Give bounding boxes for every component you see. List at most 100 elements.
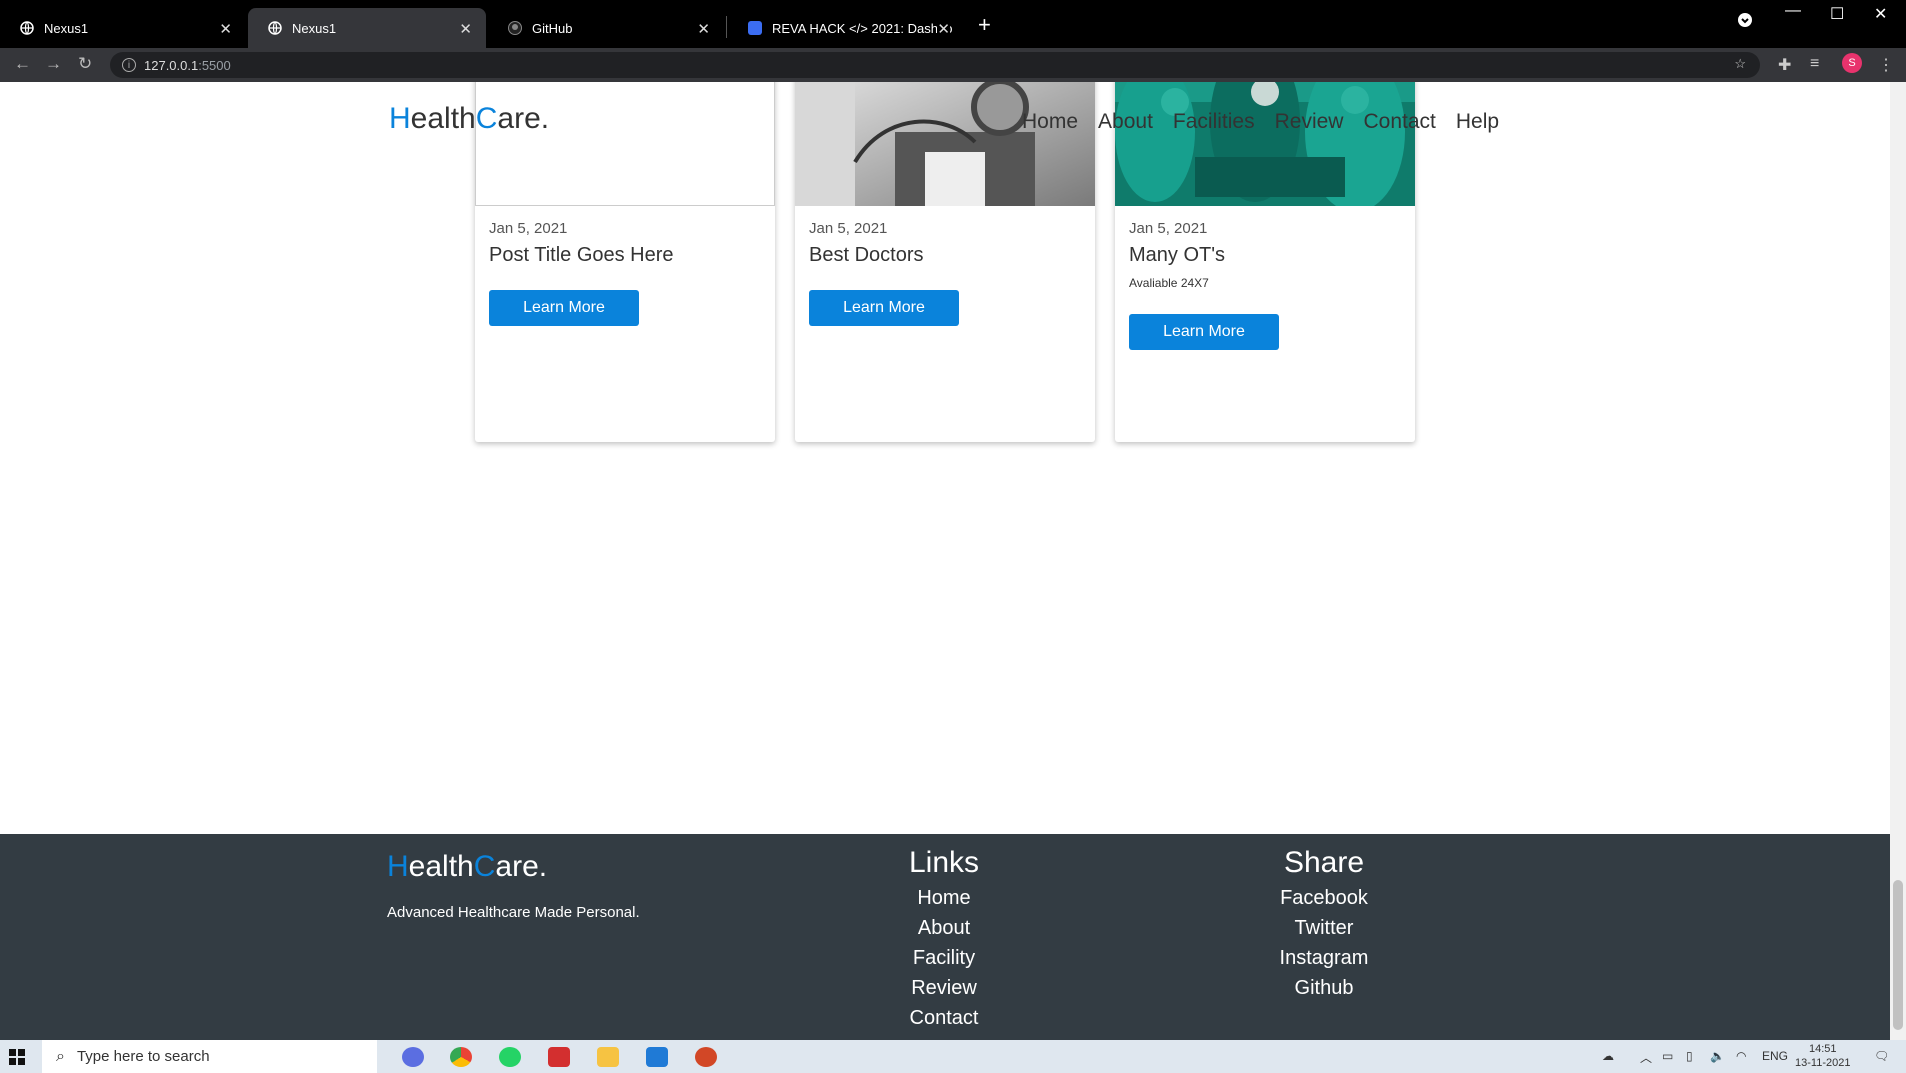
surgery-image	[1115, 82, 1415, 206]
learn-more-button[interactable]: Learn More	[809, 290, 959, 326]
close-tab-icon[interactable]: ✕	[697, 20, 710, 38]
back-icon[interactable]: ←	[14, 54, 31, 74]
close-tab-icon[interactable]: ✕	[219, 20, 232, 38]
url-host: 127.0.0.1	[144, 57, 199, 73]
battery-icon[interactable]: ▯	[1686, 1049, 1693, 1063]
reading-list-icon[interactable]: ≡	[1810, 55, 1819, 73]
maximize-icon[interactable]: ☐	[1830, 4, 1844, 24]
windows-taskbar: ⌕ Type here to search ☁ ︿ ▭ ▯ 🔈 ◠ ENG 14…	[0, 1040, 1906, 1073]
logo-letter-h: H	[389, 102, 411, 135]
footer-logo[interactable]: HealthCare.	[387, 850, 547, 884]
browser-tab-strip: Nexus1 ✕ Nexus1 ✕ GitHub ✕ REVA HACK </>…	[0, 0, 1906, 48]
tab-title: Nexus1	[292, 20, 337, 36]
share-twitter[interactable]: Twitter	[1260, 916, 1388, 940]
avatar[interactable]: S	[1842, 53, 1862, 73]
footer-tagline: Advanced Healthcare Made Personal.	[387, 904, 640, 921]
forward-icon[interactable]: →	[45, 54, 62, 74]
minimize-icon[interactable]: —	[1785, 2, 1801, 20]
nav-review[interactable]: Review	[1275, 110, 1344, 134]
footer-link-about[interactable]: About	[880, 916, 1008, 940]
footer-share-column: Share Facebook Twitter Instagram Github	[1260, 846, 1388, 1000]
extensions-icon[interactable]: ✚	[1778, 55, 1791, 75]
logo-letter-c: C	[473, 850, 496, 883]
footer-links-heading: Links	[908, 846, 980, 879]
card-image	[475, 82, 775, 206]
notifications-icon[interactable]: 🗨	[1874, 1049, 1889, 1063]
chrome-icon[interactable]	[450, 1047, 472, 1067]
footer-links-column: Links Home About Facility Review Contact	[880, 846, 1008, 1030]
url-port: :5500	[198, 57, 231, 73]
network-icon[interactable]: ▭	[1662, 1049, 1673, 1063]
tray-expand-icon[interactable]: ︿	[1640, 1049, 1652, 1066]
close-tab-icon[interactable]: ✕	[459, 20, 472, 38]
site-info-icon[interactable]: i	[122, 58, 136, 72]
reload-icon[interactable]: ↻	[78, 54, 92, 74]
onedrive-icon[interactable]: ☁	[1602, 1049, 1614, 1063]
nav-facilities[interactable]: Facilities	[1173, 110, 1255, 134]
tab-search-icon[interactable]	[1737, 12, 1753, 33]
nav-help[interactable]: Help	[1456, 110, 1499, 134]
post-card: Jan 5, 2021 Post Title Goes Here Learn M…	[475, 82, 775, 442]
page-scrollbar[interactable]	[1890, 82, 1906, 1040]
globe-icon	[268, 21, 282, 35]
footer-link-review[interactable]: Review	[880, 976, 1008, 1000]
share-facebook[interactable]: Facebook	[1260, 886, 1388, 910]
acrobat-icon[interactable]	[548, 1047, 570, 1067]
card-title: Many OT's	[1129, 244, 1226, 266]
share-github[interactable]: Github	[1260, 976, 1388, 1000]
site-footer: HealthCare. Advanced Healthcare Made Per…	[0, 834, 1890, 1040]
doctors-card: Jan 5, 2021 Best Doctors Learn More	[795, 82, 1095, 442]
tab-reva-hack[interactable]: REVA HACK </> 2021: Dashboard ✕	[728, 8, 964, 48]
logo-text-are: are.	[495, 850, 548, 883]
tab-github[interactable]: GitHub ✕	[488, 8, 724, 48]
tab-separator	[726, 16, 727, 38]
footer-share-heading: Share	[1283, 846, 1365, 879]
reva-hack-favicon-icon	[748, 21, 762, 35]
wifi-icon[interactable]: ◠	[1736, 1049, 1746, 1063]
meet-app-icon[interactable]	[402, 1047, 424, 1067]
bookmark-star-icon[interactable]: ☆	[1734, 56, 1746, 72]
browser-toolbar: ← → ↻ i 127.0.0.1:5500 ☆ ✚ ≡ ⋮	[0, 48, 1906, 82]
stethoscope-image	[795, 82, 1095, 206]
taskbar-search-placeholder: Type here to search	[76, 1048, 210, 1065]
close-window-icon[interactable]: ✕	[1874, 4, 1887, 24]
close-tab-icon[interactable]: ✕	[937, 20, 950, 38]
vscode-icon[interactable]	[646, 1047, 668, 1067]
address-bar[interactable]: i 127.0.0.1:5500 ☆	[110, 52, 1760, 78]
nav-home[interactable]: Home	[1022, 110, 1078, 134]
nav-contact[interactable]: Contact	[1363, 110, 1435, 134]
volume-icon[interactable]: 🔈	[1710, 1049, 1725, 1063]
logo-text-are: are.	[497, 102, 550, 135]
menu-icon[interactable]: ⋮	[1878, 55, 1894, 75]
file-explorer-icon[interactable]	[597, 1047, 619, 1067]
tab-title: Nexus1	[44, 20, 89, 36]
footer-link-contact[interactable]: Contact	[880, 1006, 1008, 1030]
whatsapp-icon[interactable]	[499, 1047, 521, 1067]
card-date: Jan 5, 2021	[809, 220, 888, 237]
site-logo[interactable]: HealthCare.	[389, 102, 549, 136]
footer-link-facility[interactable]: Facility	[880, 946, 1008, 970]
tab-nexus1-active[interactable]: Nexus1 ✕	[248, 8, 486, 48]
new-tab-button[interactable]: +	[978, 12, 991, 38]
tab-nexus1-first[interactable]: Nexus1 ✕	[0, 8, 246, 48]
logo-letter-c: C	[475, 102, 498, 135]
share-instagram[interactable]: Instagram	[1260, 946, 1388, 970]
taskbar-search-box[interactable]: ⌕ Type here to search	[42, 1040, 377, 1073]
learn-more-button[interactable]: Learn More	[1129, 314, 1279, 350]
card-title: Best Doctors	[809, 244, 924, 266]
card-date: Jan 5, 2021	[1129, 220, 1208, 237]
main-nav: Home About Facilities Review Contact Hel…	[1022, 110, 1499, 134]
search-icon: ⌕	[56, 1047, 65, 1065]
nav-about[interactable]: About	[1098, 110, 1153, 134]
powerpoint-icon[interactable]	[695, 1047, 717, 1067]
clock-time: 14:51	[1808, 1043, 1837, 1055]
learn-more-button[interactable]: Learn More	[489, 290, 639, 326]
language-indicator[interactable]: ENG	[1762, 1049, 1788, 1063]
tab-title: REVA HACK </> 2021: Dashboard	[772, 20, 952, 36]
windows-start-icon[interactable]	[9, 1049, 25, 1065]
card-description: Avaliable 24X7	[1129, 276, 1209, 290]
footer-link-home[interactable]: Home	[880, 886, 1008, 910]
system-clock[interactable]: 14:51 13-11-2021	[1795, 1042, 1850, 1070]
scrollbar-thumb[interactable]	[1893, 880, 1903, 1030]
logo-letter-h: H	[387, 850, 409, 883]
